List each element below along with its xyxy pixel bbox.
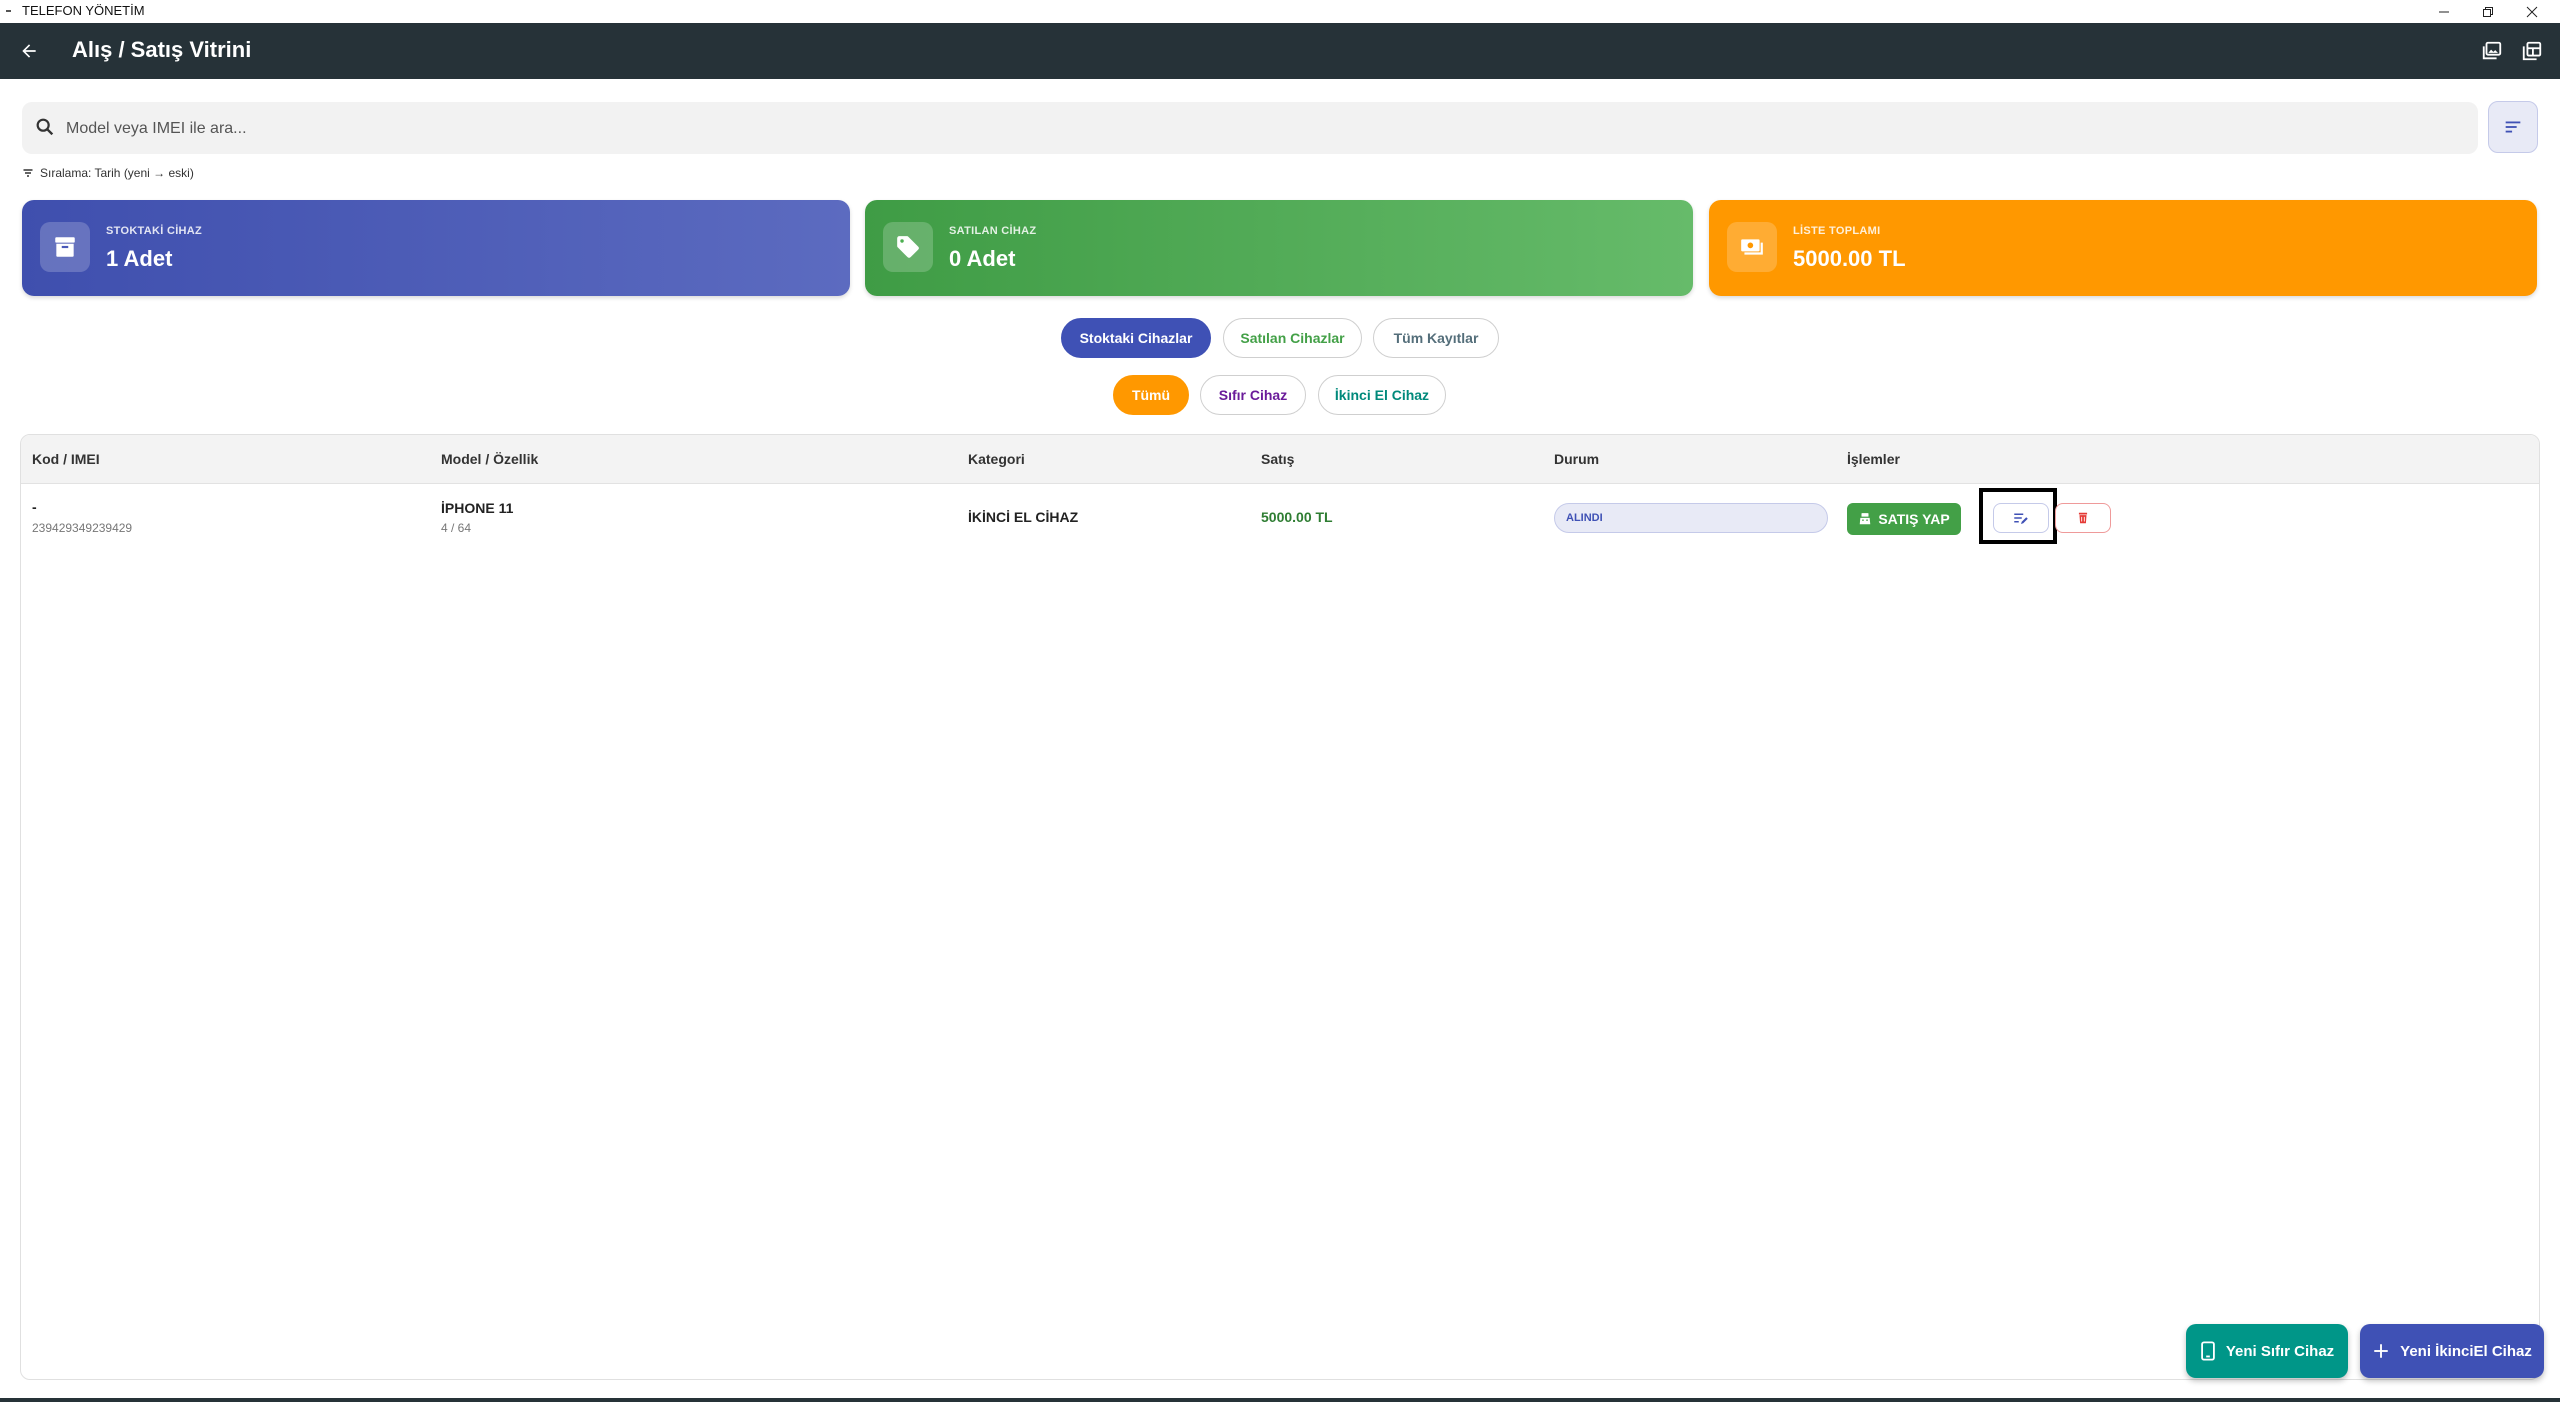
- stat-label: SATILAN CİHAZ: [949, 225, 1037, 237]
- sort-button[interactable]: [2488, 101, 2538, 153]
- tab-stock-devices[interactable]: Stoktaki Cihazlar: [1061, 318, 1211, 358]
- restore-icon: [2483, 6, 2493, 17]
- stat-value: 1 Adet: [106, 246, 173, 271]
- device-code: -: [32, 499, 37, 515]
- delete-icon: [2078, 512, 2088, 524]
- table-row[interactable]: - 239429349239429 İPHONE 11 4 / 64 İKİNC…: [21, 483, 2539, 553]
- device-spec: 4 / 64: [441, 521, 472, 535]
- stat-label: LİSTE TOPLAMI: [1793, 225, 1881, 237]
- close-button[interactable]: [2510, 0, 2554, 23]
- column-header-actions: İşlemler: [1847, 451, 1900, 467]
- sort-indicator: Sıralama: Tarih (yeni → eski): [22, 166, 194, 180]
- stat-label: STOKTAKİ CİHAZ: [106, 225, 203, 237]
- sell-button-label: SATIŞ YAP: [1878, 511, 1950, 527]
- stat-value: 0 Adet: [949, 246, 1016, 271]
- new-second-hand-device-label: Yeni İkinciEl Cihaz: [2400, 1342, 2532, 1360]
- app-icon: [6, 10, 11, 12]
- tab-all-records[interactable]: Tüm Kayıtlar: [1373, 318, 1499, 358]
- delete-button[interactable]: [2055, 503, 2111, 533]
- minimize-icon: [2439, 11, 2449, 12]
- add-icon: [2374, 1344, 2388, 1358]
- device-model: İPHONE 11: [441, 500, 514, 516]
- table-header: Kod / IMEI Model / Özellik Kategori Satı…: [21, 435, 2539, 484]
- photo-library-icon: [2482, 41, 2502, 60]
- table-view-icon: [2522, 41, 2542, 61]
- report-button[interactable]: [2518, 37, 2546, 65]
- column-header-status: Durum: [1554, 451, 1600, 467]
- phone-icon: [2200, 1341, 2215, 1361]
- device-price: 5000.00 TL: [1261, 509, 1333, 525]
- back-button[interactable]: [14, 36, 44, 66]
- device-imei: 239429349239429: [32, 521, 133, 535]
- tag-icon: [883, 222, 933, 272]
- new-zero-device-button[interactable]: Yeni Sıfır Cihaz: [2186, 1324, 2348, 1378]
- tab-sold-devices[interactable]: Satılan Cihazlar: [1223, 318, 1362, 358]
- search-bar: [22, 102, 2478, 154]
- column-header-category: Kategori: [968, 451, 1025, 467]
- device-category: İKİNCİ EL CİHAZ: [968, 509, 1079, 525]
- window-bottom-border: [0, 1398, 2560, 1402]
- page-title: Alış / Satış Vitrini: [72, 37, 252, 62]
- tab-category-all[interactable]: Tümü: [1113, 375, 1189, 415]
- stock-count-card: STOKTAKİ CİHAZ 1 Adet: [22, 200, 850, 296]
- tab-category-second-hand[interactable]: İkinci El Cihaz: [1318, 375, 1446, 415]
- search-input[interactable]: [64, 112, 2448, 146]
- sell-button[interactable]: SATIŞ YAP: [1847, 503, 1961, 535]
- column-header-model: Model / Özellik: [441, 451, 539, 467]
- new-zero-device-label: Yeni Sıfır Cihaz: [2225, 1342, 2335, 1360]
- device-table: Kod / IMEI Model / Özellik Kategori Satı…: [20, 434, 2540, 1380]
- app-bar: Alış / Satış Vitrini: [0, 23, 2560, 79]
- point-of-sale-icon: [1860, 513, 1871, 525]
- tab-category-new[interactable]: Sıfır Cihaz: [1200, 375, 1306, 415]
- sold-count-card: SATILAN CİHAZ 0 Adet: [865, 200, 1693, 296]
- status-text: ALINDI: [1566, 512, 1603, 524]
- restore-button[interactable]: [2466, 0, 2510, 23]
- os-title-bar: TELEFON YÖNETİM: [0, 0, 2560, 23]
- stat-value: 5000.00 TL: [1793, 246, 1906, 271]
- os-window-title: TELEFON YÖNETİM: [22, 3, 145, 18]
- filter-list-icon: [23, 169, 33, 177]
- gallery-button[interactable]: [2478, 37, 2506, 65]
- close-icon: [2526, 6, 2538, 17]
- list-total-card: LİSTE TOPLAMI 5000.00 TL: [1709, 200, 2537, 296]
- column-header-price: Satış: [1261, 451, 1295, 467]
- search-icon: [36, 118, 54, 136]
- arrow-back-icon: [22, 44, 36, 58]
- status-badge: ALINDI: [1554, 503, 1828, 533]
- column-header-code: Kod / IMEI: [32, 451, 100, 467]
- minimize-button[interactable]: [2422, 0, 2466, 23]
- new-second-hand-device-button[interactable]: Yeni İkinciEl Cihaz: [2360, 1324, 2544, 1378]
- sort-icon: [2505, 121, 2521, 133]
- payments-icon: [1727, 222, 1777, 272]
- focus-highlight: [1979, 488, 2057, 544]
- sort-label: Sıralama: Tarih (yeni → eski): [40, 166, 194, 180]
- archive-icon: [40, 222, 90, 272]
